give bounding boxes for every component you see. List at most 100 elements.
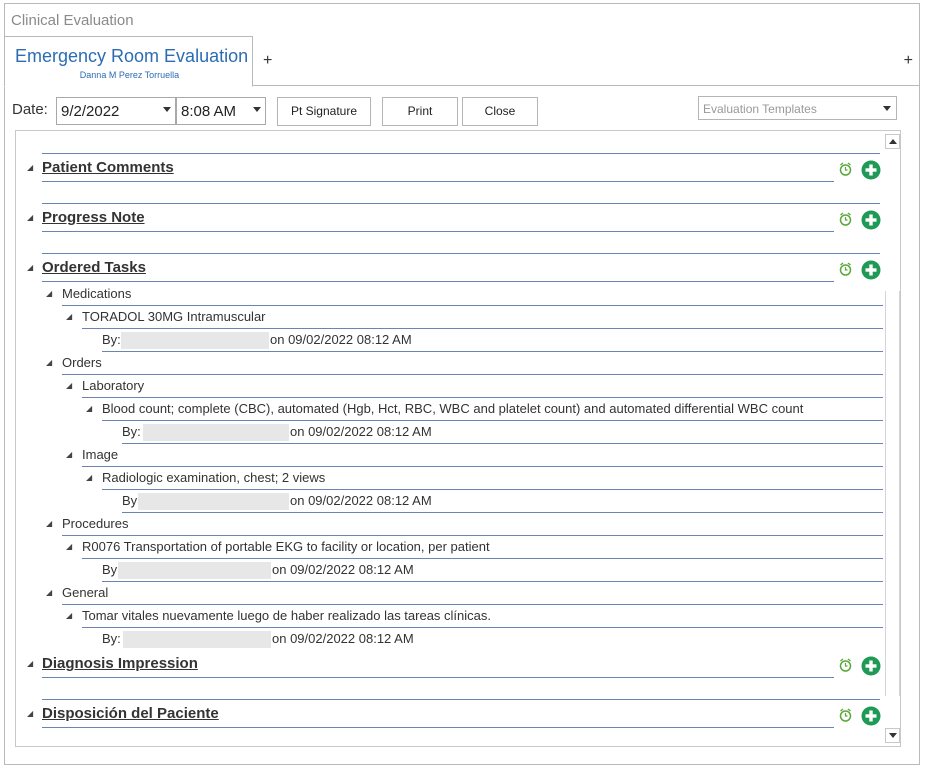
collapse-triangle-icon[interactable]: ◢ xyxy=(27,709,33,718)
collapse-triangle-icon[interactable]: ◢ xyxy=(66,542,72,551)
tree-node-laboratory[interactable]: ◢ Laboratory xyxy=(66,375,883,398)
alarm-clock-icon[interactable] xyxy=(839,658,852,672)
pt-signature-button[interactable]: Pt Signature xyxy=(277,97,371,126)
divider xyxy=(42,253,880,254)
section-disposicion-del-paciente[interactable]: ◢ Disposición del Paciente xyxy=(16,677,881,728)
redacted-name xyxy=(138,493,289,510)
tree-node-vitales[interactable]: ◢ Tomar vitales nuevamente luego de habe… xyxy=(66,605,883,628)
alarm-clock-icon[interactable] xyxy=(839,212,852,226)
by-label: By: xyxy=(102,332,121,347)
collapse-triangle-icon[interactable]: ◢ xyxy=(27,659,33,668)
timestamp: on 09/02/2022 08:12 AM xyxy=(290,493,432,508)
divider xyxy=(42,281,834,282)
scroll-up-arrow-icon[interactable] xyxy=(885,134,900,149)
node-label: Medications xyxy=(62,286,132,301)
section-diagnosis-impression[interactable]: ◢ Diagnosis Impression xyxy=(16,627,881,678)
tab-emergency-room-evaluation[interactable]: Emergency Room Evaluation Danna M Perez … xyxy=(4,36,253,87)
timestamp: on 09/02/2022 08:12 AM xyxy=(290,424,432,439)
collapse-triangle-icon[interactable]: ◢ xyxy=(66,381,72,390)
collapse-triangle-icon[interactable]: ◢ xyxy=(27,163,33,172)
add-tab-right-button[interactable]: + xyxy=(904,52,913,70)
by-label: By: xyxy=(122,424,141,439)
timestamp: on 09/02/2022 08:12 AM xyxy=(272,562,414,577)
collapse-triangle-icon[interactable]: ◢ xyxy=(66,611,72,620)
divider xyxy=(42,699,880,700)
date-picker[interactable]: 9/2/2022 xyxy=(56,97,176,125)
alarm-clock-icon[interactable] xyxy=(839,162,852,176)
time-value: 8:08 AM xyxy=(181,103,237,120)
alarm-clock-icon[interactable] xyxy=(839,708,852,722)
add-tab-button[interactable]: + xyxy=(263,52,272,70)
timestamp: on 09/02/2022 08:12 AM xyxy=(270,332,412,347)
section-ordered-tasks[interactable]: ◢ Ordered Tasks xyxy=(16,231,881,282)
window-title: Clinical Evaluation xyxy=(11,12,134,29)
collapse-triangle-icon[interactable]: ◢ xyxy=(46,588,52,597)
collapse-triangle-icon[interactable]: ◢ xyxy=(46,519,52,528)
collapse-triangle-icon[interactable]: ◢ xyxy=(27,213,33,222)
redacted-name xyxy=(118,562,271,579)
chevron-down-icon xyxy=(883,106,891,111)
node-label: TORADOL 30MG Intramuscular xyxy=(82,309,266,324)
task-signature-row: By: on 09/02/2022 08:12 AM xyxy=(106,421,883,444)
node-label: Orders xyxy=(62,355,102,370)
redacted-name xyxy=(121,332,269,349)
scroll-down-arrow-icon[interactable] xyxy=(885,728,900,743)
close-button[interactable]: Close xyxy=(462,97,538,126)
node-label: Radiologic examination, chest; 2 views xyxy=(102,470,326,485)
section-progress-note[interactable]: ◢ Progress Note xyxy=(16,181,881,232)
tab-author: Danna M Perez Torruella xyxy=(79,70,180,80)
node-label: Tomar vitales nuevamente luego de haber … xyxy=(82,608,492,623)
by-label: By xyxy=(102,562,118,577)
add-circle-icon[interactable] xyxy=(861,656,881,676)
collapse-triangle-icon[interactable]: ◢ xyxy=(27,263,33,272)
task-signature-row: By on 09/02/2022 08:12 AM xyxy=(86,559,883,582)
scrollbar-track[interactable] xyxy=(885,291,900,696)
chevron-down-icon xyxy=(163,107,171,112)
add-circle-icon[interactable] xyxy=(861,260,881,280)
tree-node-general[interactable]: ◢ General xyxy=(46,582,883,605)
time-picker[interactable]: 8:08 AM xyxy=(176,97,266,125)
collapse-triangle-icon[interactable]: ◢ xyxy=(46,358,52,367)
print-button[interactable]: Print xyxy=(382,97,458,126)
date-value: 9/2/2022 xyxy=(61,103,120,120)
add-circle-icon[interactable] xyxy=(861,160,881,180)
node-label: Image xyxy=(82,447,119,462)
collapse-triangle-icon[interactable]: ◢ xyxy=(86,404,92,413)
add-circle-icon[interactable] xyxy=(861,706,881,726)
evaluation-panel: ◢ Patient Comments ◢ Progress Note ◢ Ord… xyxy=(15,130,901,747)
add-circle-icon[interactable] xyxy=(861,210,881,230)
tree-node-medications[interactable]: ◢ Medications xyxy=(46,283,883,306)
node-label: Laboratory xyxy=(82,378,145,393)
node-label: Blood count; complete (CBC), automated (… xyxy=(102,401,804,416)
task-signature-row: By: on 09/02/2022 08:12 AM xyxy=(86,329,883,352)
vertical-scrollbar[interactable] xyxy=(885,131,900,746)
date-label: Date: xyxy=(12,101,48,118)
node-label: Procedures xyxy=(62,516,129,531)
by-label: By xyxy=(122,493,138,508)
collapse-triangle-icon[interactable]: ◢ xyxy=(86,473,92,482)
node-label: General xyxy=(62,585,109,600)
tab-title: Emergency Room Evaluation xyxy=(15,46,249,66)
divider xyxy=(42,203,880,204)
alarm-clock-icon[interactable] xyxy=(839,262,852,276)
tree-node-ekg[interactable]: ◢ R0076 Transportation of portable EKG t… xyxy=(66,536,883,559)
node-label: R0076 Transportation of portable EKG to … xyxy=(82,539,490,554)
tree-node-image[interactable]: ◢ Image xyxy=(66,444,883,467)
collapse-triangle-icon[interactable]: ◢ xyxy=(46,289,52,298)
collapse-triangle-icon[interactable]: ◢ xyxy=(66,312,72,321)
section-title: Disposición del Paciente xyxy=(42,705,219,722)
tree-node-procedures[interactable]: ◢ Procedures xyxy=(46,513,883,536)
evaluation-templates-dropdown[interactable]: Evaluation Templates xyxy=(698,96,897,120)
section-patient-comments[interactable]: ◢ Patient Comments xyxy=(16,131,881,182)
section-title: Diagnosis Impression xyxy=(42,655,198,672)
tree-node-toradol[interactable]: ◢ TORADOL 30MG Intramuscular xyxy=(66,306,883,329)
tree-node-blood-count[interactable]: ◢ Blood count; complete (CBC), automated… xyxy=(86,398,883,421)
collapse-triangle-icon[interactable]: ◢ xyxy=(66,450,72,459)
divider xyxy=(42,153,880,154)
tree-node-orders[interactable]: ◢ Orders xyxy=(46,352,883,375)
templates-placeholder: Evaluation Templates xyxy=(703,102,817,116)
redacted-name xyxy=(143,424,289,441)
tree-node-radiologic[interactable]: ◢ Radiologic examination, chest; 2 views xyxy=(86,467,883,490)
section-title: Ordered Tasks xyxy=(42,259,146,276)
section-title: Progress Note xyxy=(42,209,145,226)
